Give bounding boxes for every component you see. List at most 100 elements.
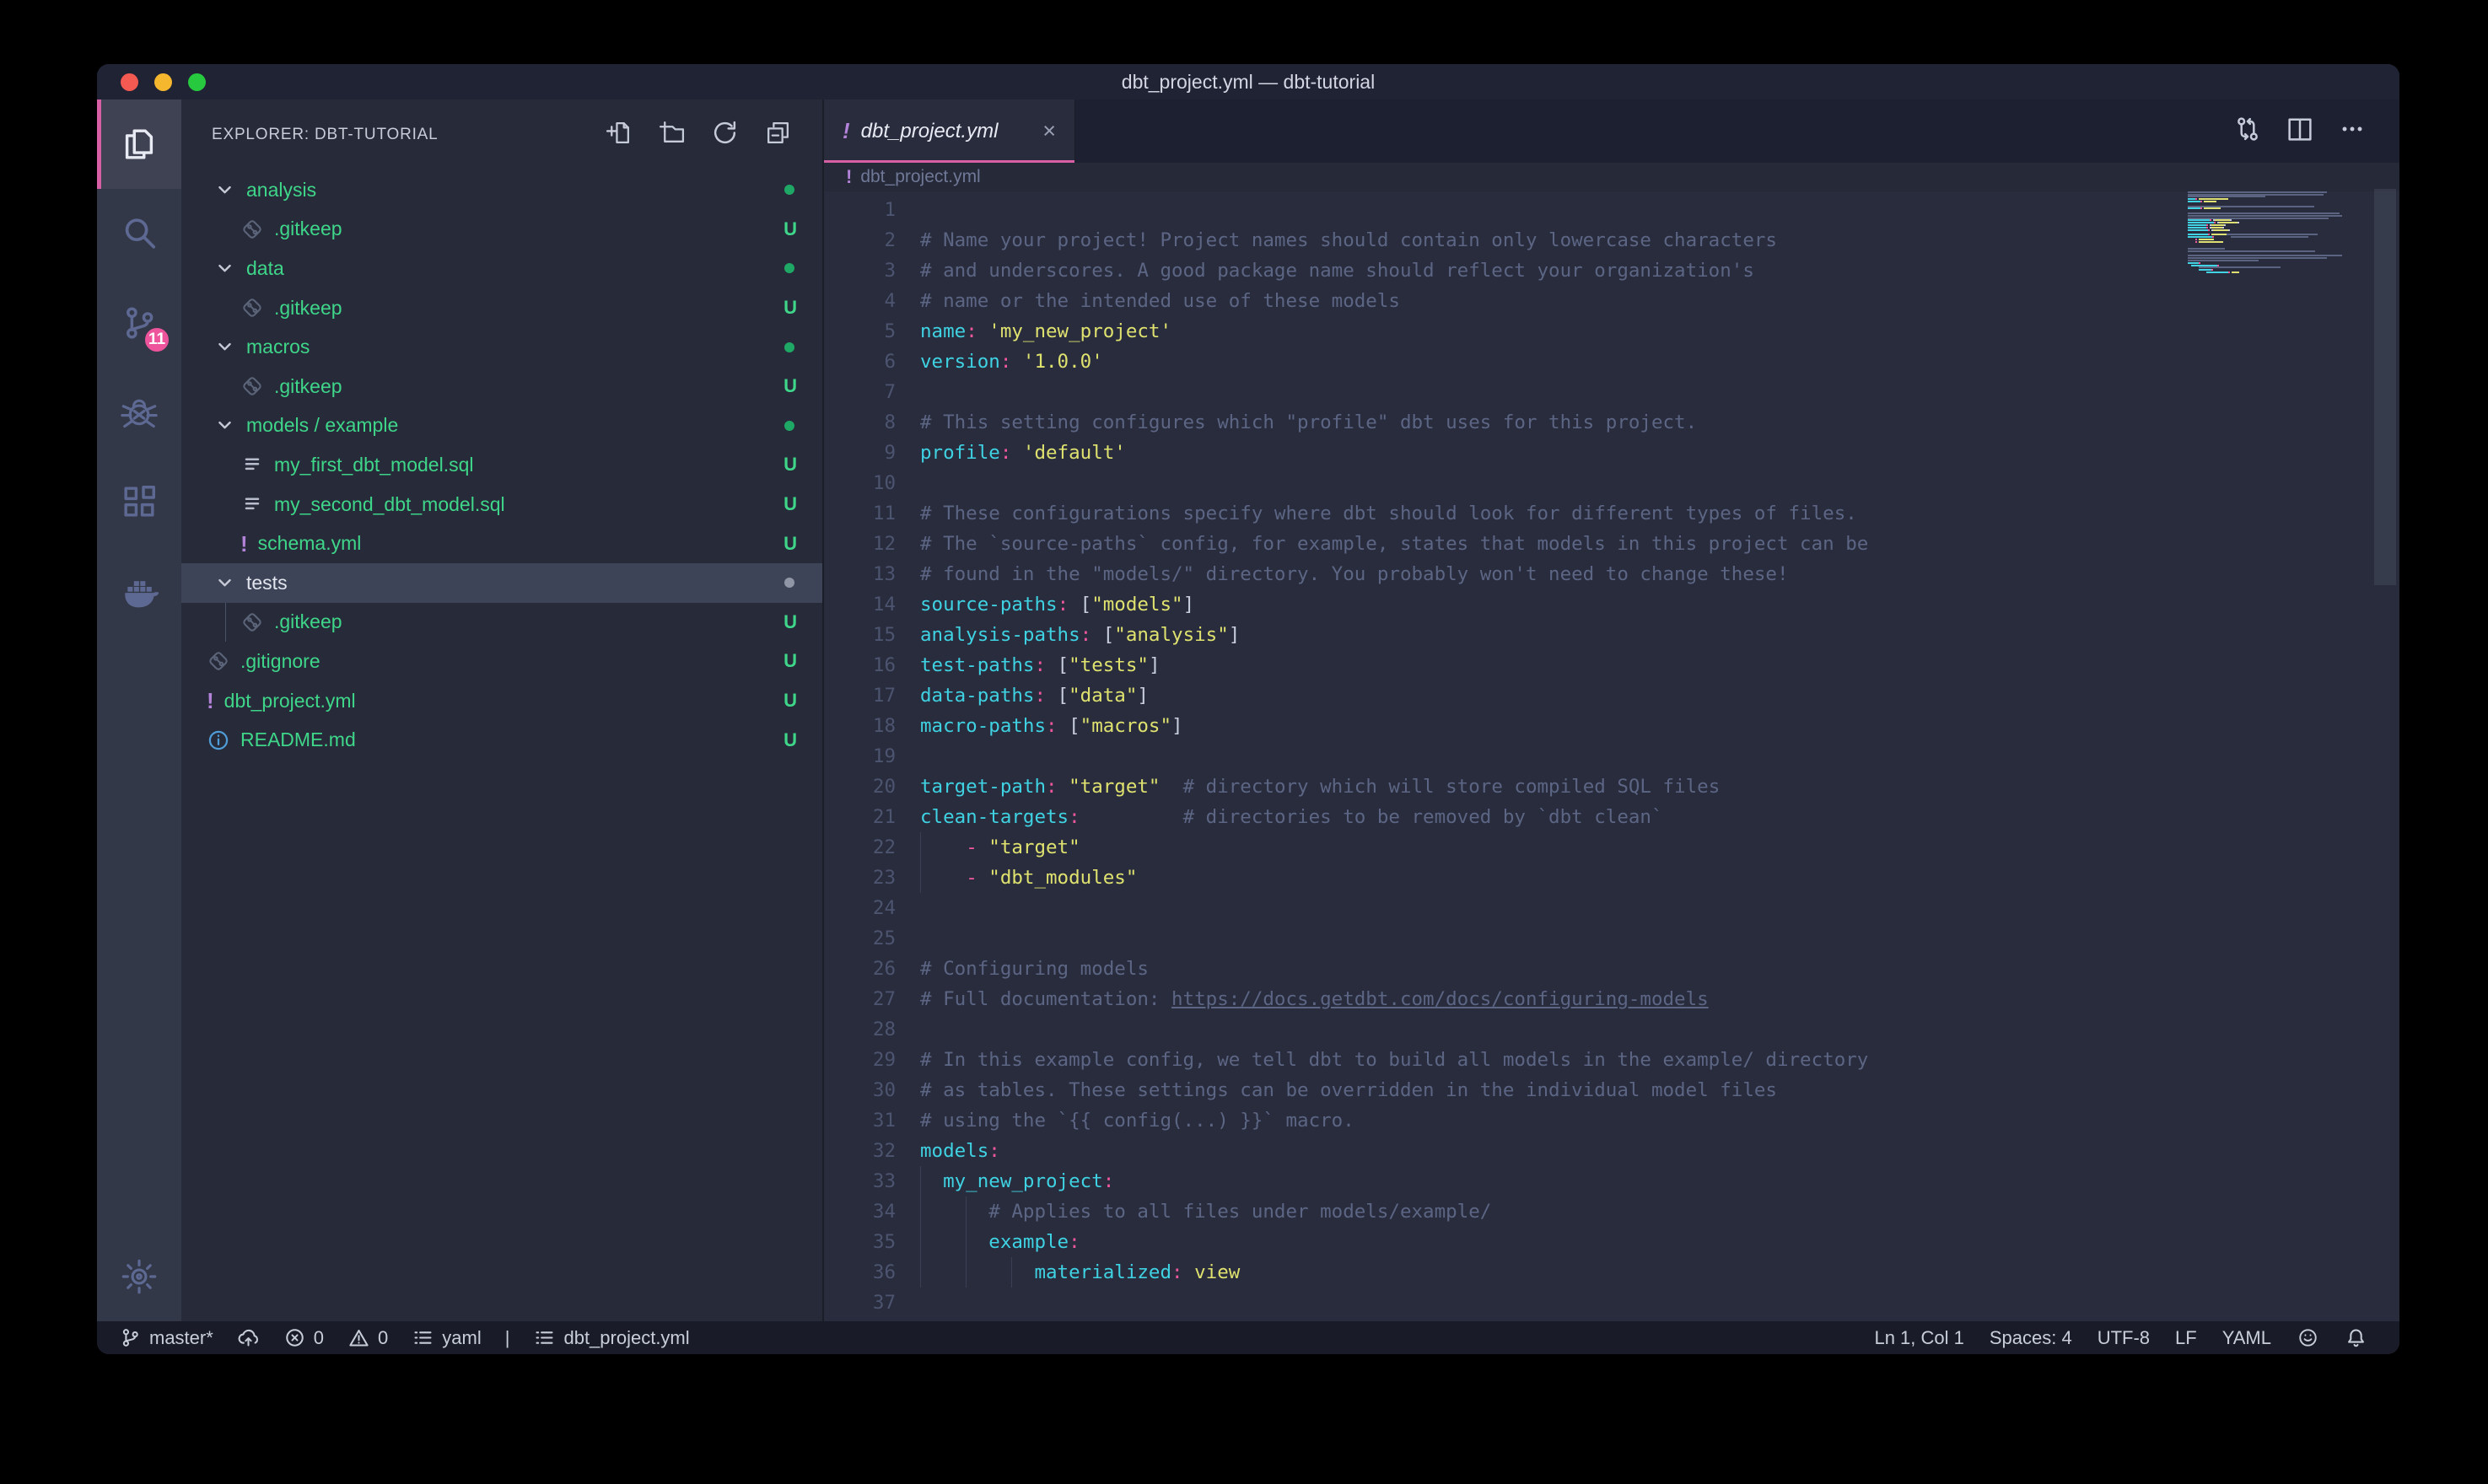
- git-untracked-badge: U: [784, 650, 797, 672]
- tree-item-analysis[interactable]: analysis: [181, 170, 822, 210]
- code-line: 14source-paths: ["models"]: [824, 589, 2399, 620]
- status-encoding[interactable]: UTF-8: [2098, 1327, 2150, 1349]
- code-line: 17data-paths: ["data"]: [824, 680, 2399, 711]
- tree-item-label: .gitkeep: [274, 375, 784, 398]
- git-file-icon: [240, 218, 264, 241]
- tree-item-label: .gitkeep: [274, 297, 784, 320]
- status-eol[interactable]: LF: [2175, 1327, 2197, 1349]
- line-number: 18: [824, 711, 896, 741]
- tree-item-gitignore[interactable]: .gitignoreU: [181, 642, 822, 681]
- git-untracked-badge: U: [784, 690, 797, 712]
- chevron-down-icon: [213, 336, 236, 358]
- git-untracked-badge: U: [784, 454, 797, 476]
- code-line: 37: [824, 1288, 2399, 1318]
- minimize-window-button[interactable]: [154, 73, 172, 91]
- new-file-button[interactable]: [605, 119, 633, 151]
- extensions-icon: [120, 482, 159, 521]
- tab-dbt-project-yml[interactable]: ! dbt_project.yml ×: [824, 99, 1075, 163]
- chevron-down-icon: [213, 179, 236, 202]
- code-line: 1: [824, 195, 2399, 225]
- collapse-folders-button[interactable]: [764, 119, 792, 151]
- tree-item-data[interactable]: data: [181, 249, 822, 288]
- warning-file-icon: !: [207, 689, 214, 712]
- line-number: 13: [824, 559, 896, 589]
- bell-icon: [2345, 1326, 2367, 1349]
- search-icon: [120, 214, 159, 253]
- new-folder-icon: [658, 119, 686, 147]
- code-line: 2# Name your project! Project names shou…: [824, 225, 2399, 255]
- close-tab-icon[interactable]: ×: [1042, 120, 1056, 142]
- tree-item-my-first-dbt-model-sql[interactable]: my_first_dbt_model.sqlU: [181, 445, 822, 485]
- tree-item-tests[interactable]: tests: [181, 563, 822, 603]
- editor-scrollbar[interactable]: [2374, 189, 2396, 585]
- status-outline-file[interactable]: dbt_project.yml: [533, 1326, 689, 1349]
- status-outline-yaml[interactable]: yaml: [412, 1326, 481, 1349]
- git-untracked-badge: U: [784, 297, 797, 319]
- open-changes-button[interactable]: [2232, 114, 2263, 148]
- line-number: 7: [824, 377, 896, 407]
- tree-item-dbt-project-yml[interactable]: !dbt_project.ymlU: [181, 681, 822, 721]
- tree-item-label: README.md: [240, 729, 784, 751]
- code-editor[interactable]: 12# Name your project! Project names sho…: [824, 191, 2399, 1321]
- line-number: 37: [824, 1288, 896, 1318]
- tree-item-macros[interactable]: macros: [181, 327, 822, 367]
- code-line: 35 example:: [824, 1227, 2399, 1257]
- activity-item-source-control[interactable]: 11: [97, 278, 181, 368]
- line-number: 30: [824, 1075, 896, 1105]
- code-line: 20target-path: "target" # directory whic…: [824, 772, 2399, 802]
- tree-item-gitkeep[interactable]: .gitkeepU: [181, 210, 822, 250]
- tree-item-models-example[interactable]: models / example: [181, 406, 822, 446]
- status-indentation[interactable]: Spaces: 4: [1990, 1327, 2072, 1349]
- tree-item-readme-md[interactable]: README.mdU: [181, 720, 822, 760]
- zoom-window-button[interactable]: [188, 73, 206, 91]
- code-line: 22 - "target": [824, 832, 2399, 863]
- activity-item-explorer[interactable]: [97, 99, 181, 189]
- close-window-button[interactable]: [121, 73, 138, 91]
- line-number: 10: [824, 468, 896, 498]
- tree-item-schema-yml[interactable]: !schema.ymlU: [181, 524, 822, 563]
- status-publish-changes[interactable]: [237, 1326, 260, 1349]
- minimap[interactable]: [2188, 189, 2361, 276]
- line-number: 14: [824, 589, 896, 620]
- activity-item-manage[interactable]: [97, 1232, 181, 1321]
- tree-item-gitkeep[interactable]: .gitkeepU: [181, 288, 822, 328]
- activity-item-search[interactable]: [97, 189, 181, 278]
- line-number: 34: [824, 1196, 896, 1227]
- status-warnings[interactable]: 0: [347, 1326, 388, 1349]
- activity-item-docker[interactable]: [97, 546, 181, 636]
- explorer-header: EXPLORER: DBT-TUTORIAL: [181, 99, 822, 170]
- line-number: 29: [824, 1045, 896, 1075]
- refresh-explorer-button[interactable]: [711, 119, 739, 151]
- tree-item-label: .gitkeep: [274, 218, 784, 240]
- status-notifications[interactable]: [2345, 1326, 2367, 1349]
- activity-item-extensions[interactable]: [97, 457, 181, 546]
- line-number: 12: [824, 529, 896, 559]
- status-branch[interactable]: master*: [119, 1326, 213, 1349]
- tree-item-my-second-dbt-model-sql[interactable]: my_second_dbt_model.sqlU: [181, 485, 822, 524]
- code-line: 3# and underscores. A good package name …: [824, 255, 2399, 286]
- activity-item-run-and-debug[interactable]: [97, 368, 181, 457]
- split-editor-button[interactable]: [2285, 114, 2315, 148]
- status-errors[interactable]: 0: [283, 1326, 324, 1349]
- status-feedback[interactable]: [2297, 1326, 2319, 1349]
- line-number: 23: [824, 863, 896, 893]
- cloud-upload-icon: [237, 1326, 260, 1349]
- more-actions-button[interactable]: [2337, 114, 2367, 148]
- status-cursor-position[interactable]: Ln 1, Col 1: [1874, 1327, 1963, 1349]
- tree-item-label: .gitkeep: [274, 610, 784, 633]
- breadcrumb[interactable]: ! dbt_project.yml: [824, 163, 2399, 191]
- code-line: 18macro-paths: ["macros"]: [824, 711, 2399, 741]
- tree-item-label: models / example: [246, 414, 784, 437]
- tree-item-gitkeep[interactable]: .gitkeepU: [181, 367, 822, 406]
- info-file-icon: [207, 729, 230, 752]
- new-folder-button[interactable]: [658, 119, 686, 151]
- warning-icon: [347, 1326, 370, 1349]
- gear-icon: [120, 1257, 159, 1296]
- smiley-icon: [2297, 1326, 2319, 1349]
- line-number: 6: [824, 347, 896, 377]
- git-untracked-badge: U: [784, 493, 797, 515]
- files-icon: [120, 125, 159, 164]
- status-language-mode[interactable]: YAML: [2222, 1327, 2271, 1349]
- tree-item-gitkeep[interactable]: .gitkeepU: [181, 603, 822, 643]
- git-changes-dot: [784, 421, 794, 431]
